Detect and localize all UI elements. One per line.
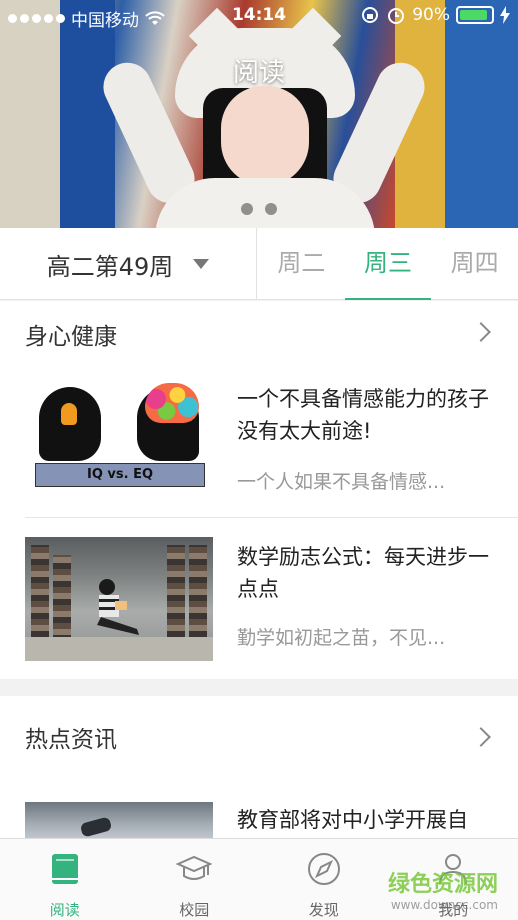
hero-background-panel (0, 0, 60, 228)
reading-figure (97, 579, 139, 635)
tab-label: 校园 (179, 901, 210, 919)
section-title: 身心健康 (25, 324, 117, 350)
article-summary: 勤学如初起之苗，不见... (237, 627, 446, 649)
graduation-cap-icon (176, 855, 213, 880)
iq-eq-label: IQ vs. EQ (35, 463, 205, 487)
pager-dot[interactable] (265, 203, 277, 215)
app-screen: 阅读 中国移动 14:14 90% 高二第49周 周二 周三 周四 身心健康 I… (0, 0, 518, 920)
watermark-text: 绿色资源网 (387, 872, 498, 897)
chevron-right-icon[interactable] (471, 322, 491, 342)
tab-day-active[interactable]: 周三 (344, 228, 432, 300)
article-title: 一个不具备情感能力的孩子没有太大前途! (237, 387, 489, 443)
article-thumbnail: IQ vs. EQ (25, 381, 213, 505)
alarm-icon (388, 8, 405, 24)
divider (25, 517, 518, 518)
article-item[interactable]: 教育部将对中小学开展自 (25, 802, 518, 842)
section-header[interactable]: 热点资讯 (0, 696, 518, 776)
week-bar: 高二第49周 周二 周三 周四 (0, 228, 518, 300)
hero-background-panel (60, 0, 115, 228)
hero-background-panel (445, 0, 518, 228)
pager-dot[interactable] (241, 203, 253, 215)
caret-down-icon (193, 259, 210, 269)
tab-day[interactable]: 周二 (258, 228, 345, 300)
hero-title: 阅读 (232, 58, 285, 88)
hero-pager[interactable] (0, 203, 518, 215)
section-health: 身心健康 IQ vs. EQ 一个不具备情感能力的孩子没有太大前途! 一个人如果… (0, 301, 518, 679)
article-item[interactable]: IQ vs. EQ 一个不具备情感能力的孩子没有太大前途! 一个人如果不具备情感… (25, 381, 518, 511)
article-item[interactable]: 数学励志公式：每天进步一点点 勤学如初起之苗，不见... (25, 537, 518, 661)
day-tabs: 周二 周三 周四 (258, 228, 518, 300)
section-news: 热点资讯 教育部将对中小学开展自 (0, 696, 518, 842)
section-title: 热点资讯 (25, 727, 117, 753)
status-bar: 中国移动 14:14 90% (0, 0, 518, 34)
article-thumbnail (25, 537, 213, 661)
tab-read[interactable]: 阅读 (0, 839, 130, 920)
tab-label: 发现 (308, 901, 339, 919)
charging-icon (500, 6, 510, 24)
watermark: 绿色资源网 www.downcc.com (388, 866, 498, 912)
tab-day[interactable]: 周四 (431, 228, 518, 300)
week-dropdown[interactable]: 高二第49周 (0, 228, 257, 300)
tab-label: 阅读 (49, 901, 80, 919)
article-thumbnail (25, 802, 213, 842)
article-title: 教育部将对中小学开展自 (237, 808, 468, 832)
week-label: 高二第49周 (46, 252, 174, 281)
compass-icon (307, 853, 340, 885)
article-summary: 一个人如果不具备情感... (237, 471, 446, 493)
hero-banner[interactable]: 阅读 (0, 0, 518, 228)
battery-icon (456, 6, 494, 24)
article-title: 数学励志公式：每天进步一点点 (237, 545, 489, 601)
book-icon (51, 854, 78, 884)
watermark-url: www.downcc.com (390, 898, 498, 912)
chevron-right-icon[interactable] (471, 727, 491, 747)
battery-percent: 90% (412, 5, 450, 25)
tab-campus[interactable]: 校园 (130, 839, 260, 920)
section-header[interactable]: 身心健康 (0, 301, 518, 365)
tab-discover[interactable]: 发现 (259, 839, 389, 920)
rotation-lock-icon (362, 7, 379, 23)
